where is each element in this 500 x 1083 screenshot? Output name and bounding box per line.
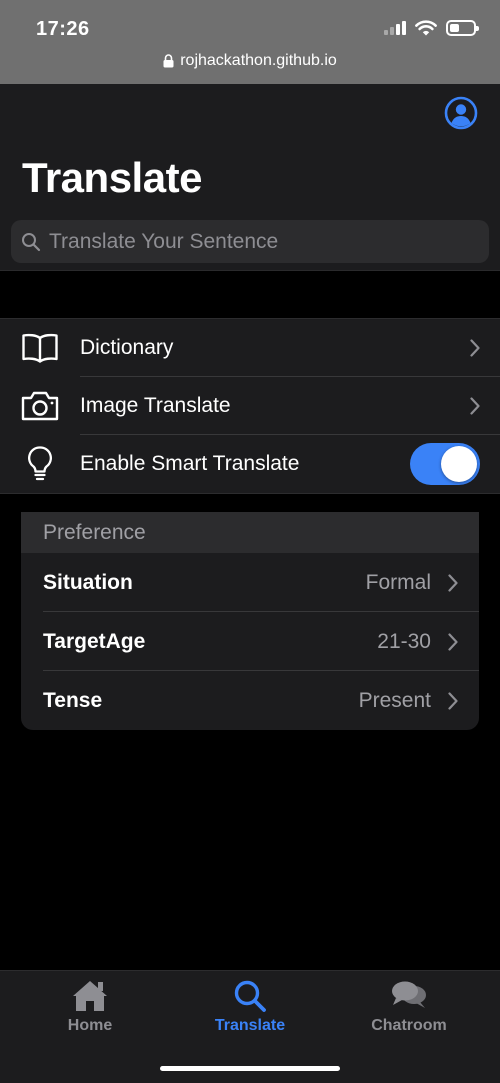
preference-row-targetage[interactable]: TargetAge 21-30 bbox=[21, 612, 479, 671]
menu-item-dictionary[interactable]: Dictionary bbox=[0, 319, 500, 377]
preference-row-situation[interactable]: Situation Formal bbox=[21, 553, 479, 612]
menu-item-label: Image Translate bbox=[80, 394, 231, 417]
battery-icon bbox=[446, 20, 479, 36]
preference-label: Tense bbox=[43, 688, 103, 712]
search-input[interactable] bbox=[49, 229, 489, 254]
tab-translate[interactable]: Translate bbox=[180, 977, 320, 1041]
camera-icon bbox=[20, 386, 60, 426]
preference-value: Formal bbox=[365, 570, 431, 594]
book-icon bbox=[20, 328, 60, 368]
chevron-right-icon bbox=[470, 397, 480, 415]
search-icon bbox=[22, 232, 41, 251]
header: Translate bbox=[0, 84, 500, 270]
tab-label: Translate bbox=[214, 1017, 286, 1034]
wifi-icon bbox=[415, 20, 437, 36]
menu-item-label: Dictionary bbox=[80, 336, 174, 359]
preference-row-tense[interactable]: Tense Present bbox=[21, 671, 479, 730]
preference-value: 21-30 bbox=[377, 629, 431, 653]
lock-icon bbox=[163, 54, 174, 68]
smart-translate-toggle[interactable] bbox=[410, 443, 480, 485]
tab-label: Home bbox=[67, 1017, 113, 1034]
home-indicator[interactable] bbox=[160, 1066, 340, 1071]
status-bar: 17:26 rojhackathon.github.io bbox=[0, 0, 500, 84]
search-bar[interactable] bbox=[11, 220, 489, 263]
status-icons bbox=[384, 20, 479, 36]
chevron-right-icon bbox=[448, 573, 458, 592]
preference-label: Situation bbox=[43, 570, 133, 594]
lightbulb-icon bbox=[20, 444, 60, 484]
preference-header: Preference bbox=[21, 512, 479, 553]
cellular-signal-icon bbox=[384, 21, 406, 35]
preference-label: TargetAge bbox=[43, 629, 146, 653]
status-time: 17:26 bbox=[36, 18, 90, 40]
tab-home[interactable]: Home bbox=[20, 977, 160, 1041]
menu-item-image-translate[interactable]: Image Translate bbox=[0, 377, 500, 435]
chat-bubbles-icon bbox=[339, 977, 479, 1015]
url-bar[interactable]: rojhackathon.github.io bbox=[0, 52, 500, 70]
tab-label: Chatroom bbox=[371, 1017, 447, 1034]
preference-value: Present bbox=[358, 688, 431, 712]
house-icon bbox=[20, 977, 160, 1015]
url-text: rojhackathon.github.io bbox=[180, 52, 337, 69]
menu-item-smart-translate: Enable Smart Translate bbox=[0, 435, 500, 493]
header-divider bbox=[0, 270, 500, 271]
page-title: Translate bbox=[22, 154, 202, 201]
chevron-right-icon bbox=[448, 632, 458, 651]
chevron-right-icon bbox=[448, 691, 458, 710]
magnifier-icon bbox=[180, 977, 320, 1015]
profile-icon[interactable] bbox=[444, 96, 478, 130]
chevron-right-icon bbox=[470, 339, 480, 357]
toggle-knob bbox=[441, 446, 477, 482]
tab-chatroom[interactable]: Chatroom bbox=[339, 977, 479, 1041]
menu-list: Dictionary Image Translate Enable Smart … bbox=[0, 318, 500, 494]
screen: 17:26 rojhackathon.github.io Translate T… bbox=[0, 0, 500, 1083]
menu-item-label: Enable Smart Translate bbox=[80, 452, 300, 475]
preference-card: Preference Situation Formal TargetAge 21… bbox=[21, 512, 479, 730]
